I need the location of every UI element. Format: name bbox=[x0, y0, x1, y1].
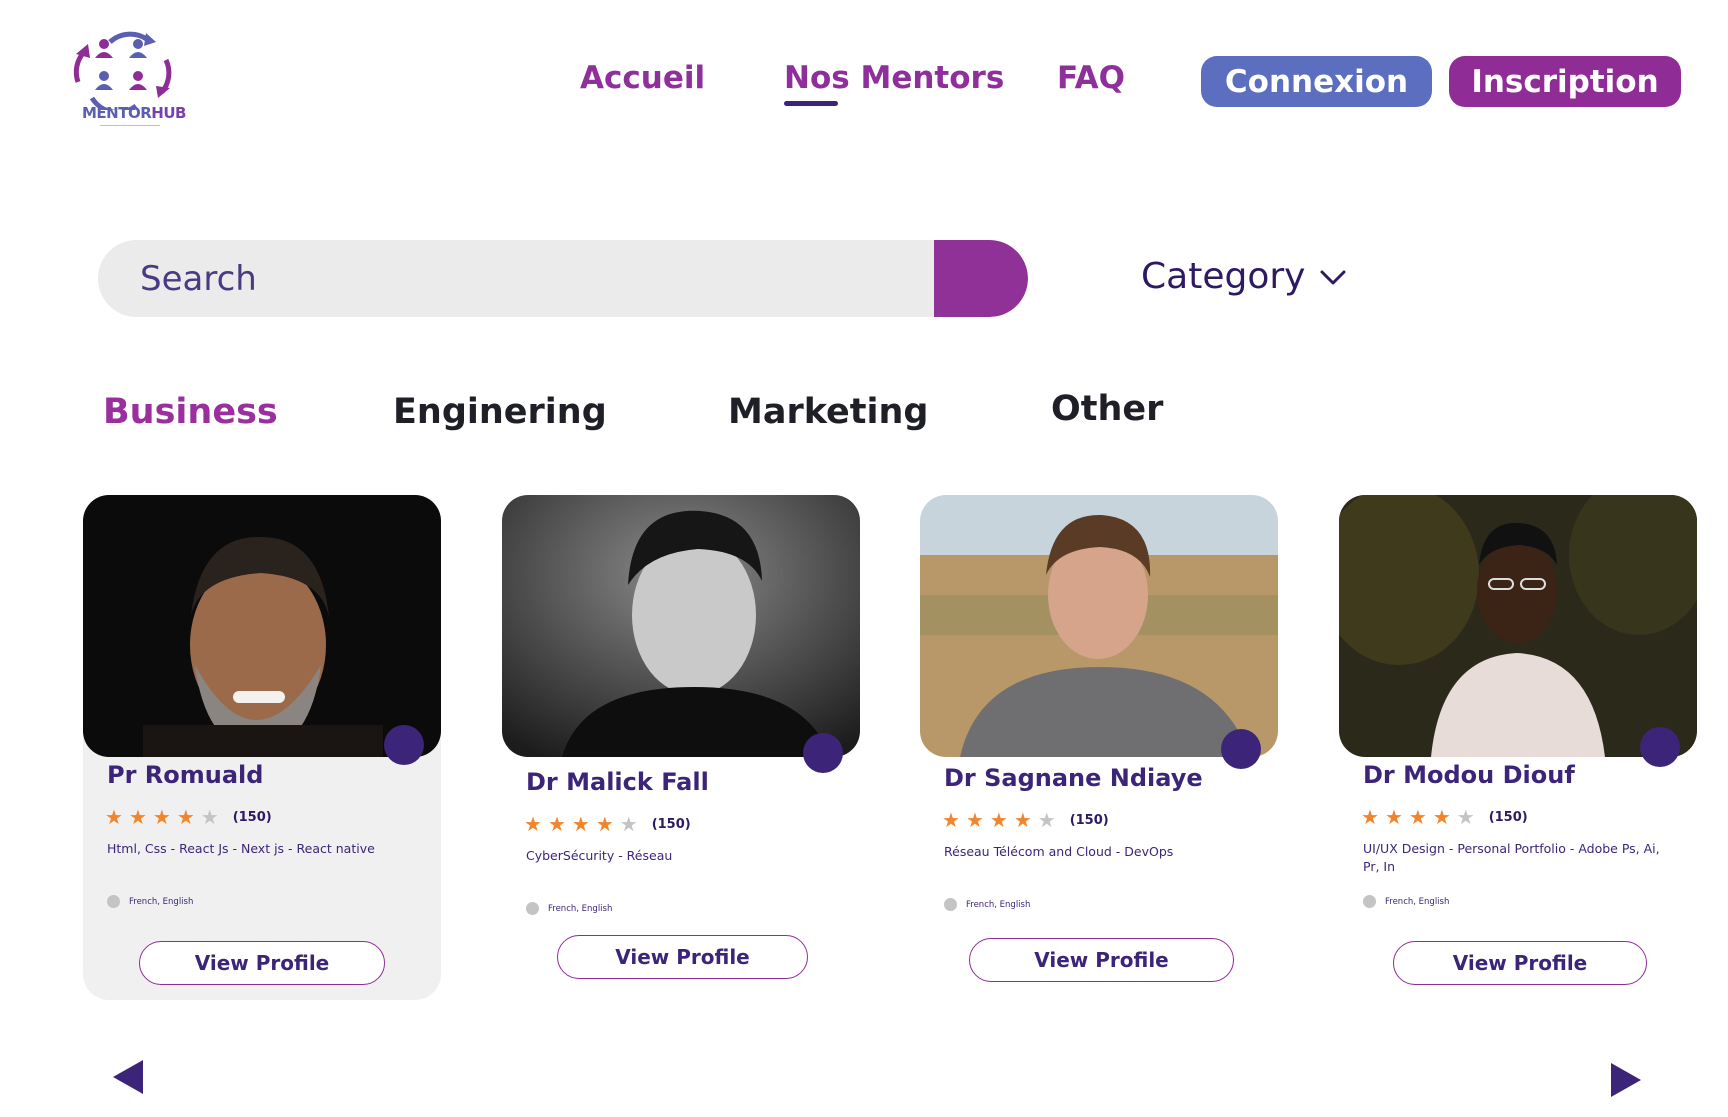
star-icon: ★ bbox=[595, 812, 614, 836]
star-icon: ★ bbox=[1408, 805, 1427, 829]
star-icon: ★ bbox=[547, 812, 566, 836]
mentor-card: Dr Modou Diouf ★ ★ ★ ★ ★ (150) UI/UX Des… bbox=[1339, 495, 1697, 1000]
languages-text: French, English bbox=[548, 903, 613, 914]
languages-text: French, English bbox=[966, 899, 1031, 910]
review-count: (150) bbox=[1488, 809, 1528, 825]
triangle-right-icon[interactable] bbox=[1611, 1063, 1641, 1097]
star-icon: ★ bbox=[524, 812, 542, 836]
mentor-name: Dr Sagnane Ndiaye bbox=[944, 764, 1203, 792]
review-count: (150) bbox=[232, 809, 272, 825]
mentor-languages: French, English bbox=[1363, 895, 1449, 908]
logo-text-hub: HUB bbox=[151, 104, 186, 122]
mentor-photo bbox=[920, 495, 1278, 757]
mentor-card: Dr Sagnane Ndiaye ★ ★ ★ ★ ★ (150) Réseau… bbox=[920, 495, 1278, 1000]
view-profile-button[interactable]: View Profile bbox=[969, 938, 1234, 982]
search-button[interactable] bbox=[934, 240, 1028, 317]
nav-active-indicator bbox=[784, 101, 838, 106]
nav-accueil[interactable]: Accueil bbox=[580, 60, 705, 96]
mentor-photo bbox=[502, 495, 860, 757]
star-icon: ★ bbox=[942, 808, 960, 832]
language-dot-icon bbox=[944, 898, 957, 911]
mentor-languages: French, English bbox=[107, 895, 193, 908]
tab-other[interactable]: Other bbox=[1051, 389, 1163, 429]
mentor-skills: Html, Css - React Js - Next js - React n… bbox=[107, 841, 375, 856]
view-profile-button[interactable]: View Profile bbox=[139, 941, 385, 985]
mentor-languages: French, English bbox=[944, 898, 1030, 911]
search-input[interactable] bbox=[98, 240, 936, 317]
star-icon: ★ bbox=[989, 808, 1008, 832]
status-dot bbox=[384, 725, 424, 765]
nav-faq[interactable]: FAQ bbox=[1057, 60, 1125, 96]
chevron-down-icon bbox=[1320, 270, 1346, 284]
mentor-name: Dr Modou Diouf bbox=[1363, 761, 1575, 789]
mentor-card: Dr Malick Fall ★ ★ ★ ★ ★ (150) CyberSécu… bbox=[502, 495, 860, 1000]
logo-wordmark: MENTORHUB bbox=[82, 104, 186, 122]
category-dropdown[interactable]: Category bbox=[1141, 256, 1347, 297]
star-icon: ★ bbox=[1361, 805, 1379, 829]
star-icon: ★ bbox=[128, 805, 147, 829]
view-profile-button[interactable]: View Profile bbox=[1393, 941, 1647, 985]
mentor-name: Dr Malick Fall bbox=[526, 768, 709, 796]
inscription-button[interactable]: Inscription bbox=[1449, 56, 1681, 107]
review-count: (150) bbox=[1069, 812, 1109, 828]
nav-nos-mentors[interactable]: Nos Mentors bbox=[784, 60, 1004, 96]
status-dot bbox=[803, 733, 843, 773]
rating: ★ ★ ★ ★ ★ (150) bbox=[105, 807, 272, 827]
tab-marketing[interactable]: Marketing bbox=[728, 392, 928, 432]
star-icon: ★ bbox=[1037, 808, 1056, 832]
mentor-photo bbox=[83, 495, 441, 757]
status-dot bbox=[1221, 729, 1261, 769]
triangle-left-icon[interactable] bbox=[113, 1060, 143, 1094]
star-icon: ★ bbox=[1013, 808, 1032, 832]
star-icon: ★ bbox=[1384, 805, 1403, 829]
star-icon: ★ bbox=[965, 808, 984, 832]
mentor-languages: French, English bbox=[526, 902, 612, 915]
logo[interactable]: MENTORHUB bbox=[70, 30, 186, 130]
review-count: (150) bbox=[651, 816, 691, 832]
status-dot bbox=[1640, 727, 1680, 767]
logo-icon bbox=[73, 31, 172, 110]
mentor-skills: UI/UX Design - Personal Portfolio - Adob… bbox=[1363, 841, 1660, 874]
view-profile-button[interactable]: View Profile bbox=[557, 935, 808, 979]
star-icon: ★ bbox=[200, 805, 219, 829]
star-icon: ★ bbox=[176, 805, 195, 829]
star-icon: ★ bbox=[619, 812, 638, 836]
languages-text: French, English bbox=[129, 896, 194, 907]
star-icon: ★ bbox=[571, 812, 590, 836]
language-dot-icon bbox=[1363, 895, 1376, 908]
tab-engineering[interactable]: Enginering bbox=[393, 392, 607, 432]
rating: ★ ★ ★ ★ ★ (150) bbox=[1361, 807, 1528, 827]
connexion-button[interactable]: Connexion bbox=[1201, 56, 1432, 107]
mentor-skills: Réseau Télécom and Cloud - DevOps bbox=[944, 844, 1174, 859]
languages-text: French, English bbox=[1385, 896, 1450, 907]
star-icon: ★ bbox=[105, 805, 123, 829]
search-bar bbox=[98, 240, 1028, 317]
star-icon: ★ bbox=[1456, 805, 1475, 829]
logo-underline bbox=[100, 125, 160, 126]
language-dot-icon bbox=[526, 902, 539, 915]
mentor-skills: CyberSécurity - Réseau bbox=[526, 848, 673, 863]
rating: ★ ★ ★ ★ ★ (150) bbox=[942, 810, 1109, 830]
star-icon: ★ bbox=[1432, 805, 1451, 829]
mentor-photo bbox=[1339, 495, 1697, 757]
mentor-card: Pr Romuald ★ ★ ★ ★ ★ (150) Html, Css - R… bbox=[83, 495, 441, 1000]
logo-text-mentor: MENTOR bbox=[82, 104, 152, 122]
mentor-name: Pr Romuald bbox=[107, 761, 264, 789]
language-dot-icon bbox=[107, 895, 120, 908]
category-label: Category bbox=[1141, 256, 1306, 297]
rating: ★ ★ ★ ★ ★ (150) bbox=[524, 814, 691, 834]
tab-business[interactable]: Business bbox=[103, 392, 278, 432]
star-icon: ★ bbox=[152, 805, 171, 829]
